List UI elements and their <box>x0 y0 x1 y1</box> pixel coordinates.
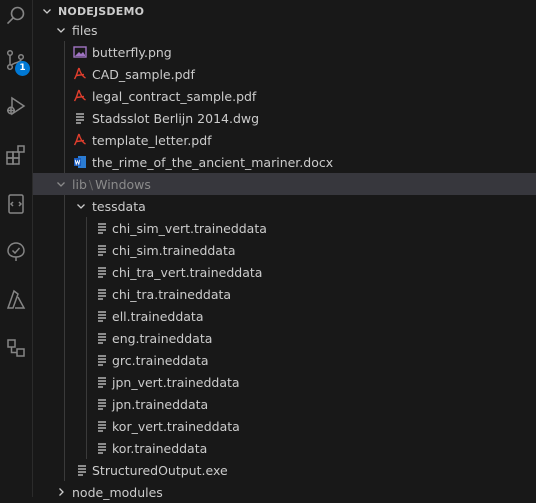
remote-explorer-icon[interactable] <box>0 188 32 220</box>
chevron-down-icon <box>55 24 67 36</box>
pdf-file-icon <box>73 89 87 103</box>
tree-file[interactable]: kor.traineddata <box>33 437 536 459</box>
file-lines-icon <box>95 419 109 433</box>
activity-bar: 1 <box>0 0 33 497</box>
file-label: jpn.traineddata <box>112 396 209 412</box>
image-file-icon <box>73 45 87 59</box>
file-lines-icon <box>95 331 109 345</box>
word-file-icon <box>73 155 87 169</box>
testing-icon[interactable] <box>0 236 32 268</box>
file-label: legal_contract_sample.pdf <box>92 88 257 104</box>
tree-file[interactable]: chi_tra.traineddata <box>33 283 536 305</box>
file-lines-icon <box>95 309 109 323</box>
file-label: CAD_sample.pdf <box>92 66 195 82</box>
tree-file[interactable]: chi_sim_vert.traineddata <box>33 217 536 239</box>
file-label: chi_tra.traineddata <box>112 286 232 302</box>
folder-label: node_modules <box>72 484 163 500</box>
chevron-right-icon <box>55 486 67 498</box>
tree-file[interactable]: chi_sim.traineddata <box>33 239 536 261</box>
explorer-panel: NODEJSDEMO files butterfly.png CAD_sampl… <box>33 0 536 500</box>
file-label: template_letter.pdf <box>92 132 212 148</box>
file-lines-icon <box>95 375 109 389</box>
workflow-icon[interactable] <box>0 332 32 364</box>
tree-folder-tessdata[interactable]: tessdata <box>33 195 536 217</box>
file-label: chi_tra_vert.traineddata <box>112 264 263 280</box>
extensions-icon[interactable] <box>0 139 32 171</box>
file-label: the_rime_of_the_ancient_mariner.docx <box>92 154 334 170</box>
tree-file[interactable]: StructuredOutput.exe <box>33 459 536 481</box>
folder-lib-label: lib <box>72 176 87 192</box>
search-icon[interactable] <box>0 0 32 32</box>
file-label: jpn_vert.traineddata <box>112 374 240 390</box>
tree-file[interactable]: kor_vert.traineddata <box>33 415 536 437</box>
folder-label: tessdata <box>92 198 146 214</box>
tree-file[interactable]: jpn_vert.traineddata <box>33 371 536 393</box>
file-lines-icon <box>95 243 109 257</box>
tree-file[interactable]: CAD_sample.pdf <box>33 63 536 85</box>
file-label: eng.traineddata <box>112 330 213 346</box>
folder-label: files <box>72 22 98 38</box>
folder-label: lib \ Windows <box>72 177 151 192</box>
file-label: Stadsslot Berlijn 2014.dwg <box>92 110 260 126</box>
file-label: chi_sim.traineddata <box>112 242 236 258</box>
tree-folder-node-modules[interactable]: node_modules <box>33 481 536 503</box>
tree-file[interactable]: template_letter.pdf <box>33 129 536 151</box>
file-label: ell.traineddata <box>112 308 204 324</box>
tree-file[interactable]: the_rime_of_the_ancient_mariner.docx <box>33 151 536 173</box>
azure-icon[interactable] <box>0 284 32 316</box>
chevron-down-icon <box>41 5 53 17</box>
source-control-badge: 1 <box>15 61 30 76</box>
file-lines-icon <box>95 287 109 301</box>
tree-file[interactable]: Stadsslot Berlijn 2014.dwg <box>33 107 536 129</box>
chevron-down-icon <box>55 178 67 190</box>
tree-file[interactable]: jpn.traineddata <box>33 393 536 415</box>
file-lines-icon <box>95 221 109 235</box>
pdf-file-icon <box>73 67 87 81</box>
chevron-down-icon <box>75 200 87 212</box>
path-separator: \ <box>88 176 94 192</box>
tree-file[interactable]: legal_contract_sample.pdf <box>33 85 536 107</box>
file-lines-icon <box>95 265 109 279</box>
generic-file-icon <box>73 111 87 125</box>
file-label: kor_vert.traineddata <box>112 418 240 434</box>
tree-file[interactable]: eng.traineddata <box>33 327 536 349</box>
file-label: chi_sim_vert.traineddata <box>112 220 267 236</box>
file-lines-icon <box>75 463 89 477</box>
file-label: kor.traineddata <box>112 440 208 456</box>
tree-file[interactable]: chi_tra_vert.traineddata <box>33 261 536 283</box>
file-label: grc.traineddata <box>112 352 209 368</box>
tree-folder-lib-windows[interactable]: lib \ Windows <box>33 173 536 195</box>
file-lines-icon <box>95 397 109 411</box>
file-label: butterfly.png <box>92 44 172 60</box>
workspace-name: NODEJSDEMO <box>58 4 145 18</box>
tree-file[interactable]: ell.traineddata <box>33 305 536 327</box>
pdf-file-icon <box>73 133 87 147</box>
tree-folder-files[interactable]: files <box>33 19 536 41</box>
file-label: StructuredOutput.exe <box>92 462 228 478</box>
tree-file[interactable]: grc.traineddata <box>33 349 536 371</box>
file-lines-icon <box>95 353 109 367</box>
run-debug-icon[interactable] <box>0 90 32 122</box>
file-lines-icon <box>95 441 109 455</box>
folder-windows-label: Windows <box>95 176 151 192</box>
tree-file[interactable]: butterfly.png <box>33 41 536 63</box>
